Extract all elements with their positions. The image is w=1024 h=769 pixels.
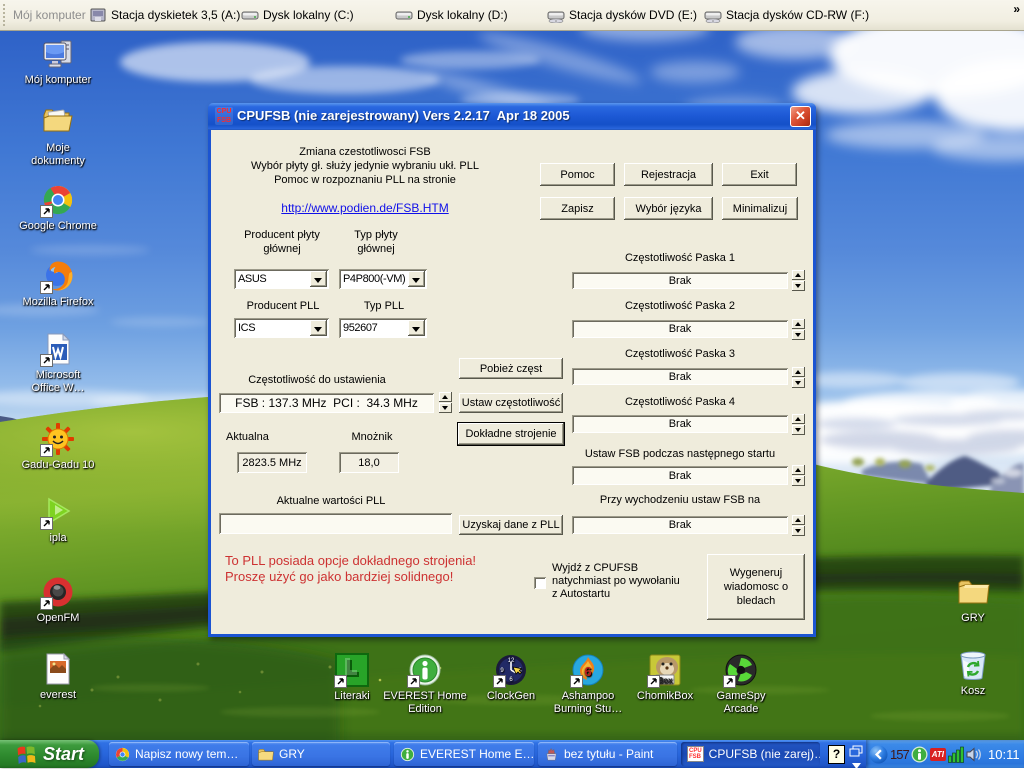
svg-text:Box: Box — [657, 676, 673, 685]
svg-text:6: 6 — [584, 664, 591, 679]
